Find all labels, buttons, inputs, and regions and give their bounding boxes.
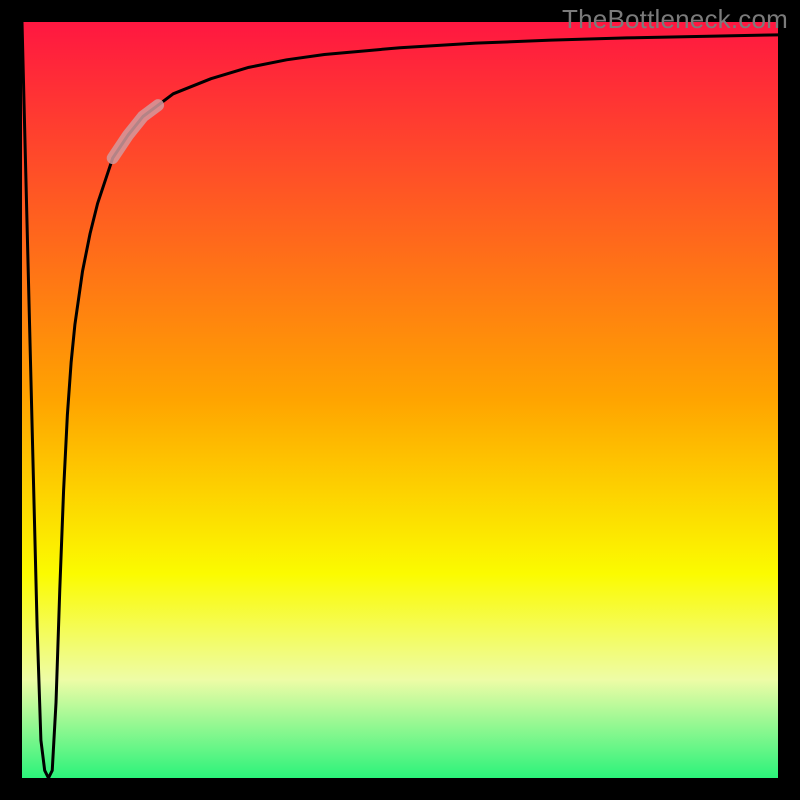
chart-container: TheBottleneck.com: [0, 0, 800, 800]
watermark-text: TheBottleneck.com: [562, 4, 788, 35]
bottleneck-chart: [0, 0, 800, 800]
